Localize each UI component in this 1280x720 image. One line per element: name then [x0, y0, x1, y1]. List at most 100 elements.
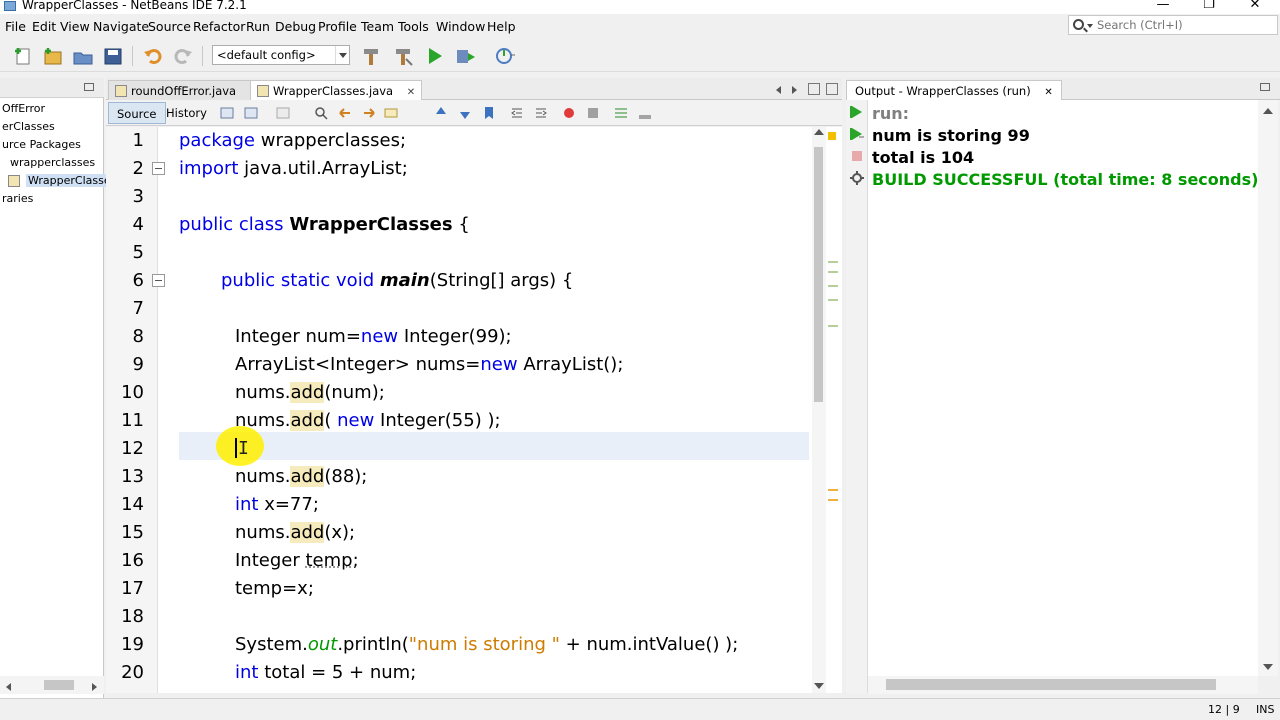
menu-profile[interactable]: Profile	[318, 19, 357, 34]
source-packages-node[interactable]: urce Packages	[2, 138, 81, 151]
change-marker[interactable]	[828, 325, 838, 327]
minimize-panel-icon[interactable]	[1260, 83, 1270, 91]
change-marker[interactable]	[828, 285, 838, 287]
stop-macro-recording-icon[interactable]	[586, 106, 600, 120]
fold-toggle-icon[interactable]	[152, 162, 165, 175]
editor-scroll-thumb[interactable]	[814, 147, 823, 402]
maximize-editor-icon[interactable]	[826, 83, 838, 95]
new-project-button[interactable]	[42, 45, 64, 67]
quick-search[interactable]	[1068, 15, 1278, 35]
output-vertical-scrollbar[interactable]	[1258, 100, 1278, 676]
undo-button[interactable]	[142, 45, 164, 67]
menu-team[interactable]: Team	[361, 19, 394, 34]
status-bar: 12 | 9 INS	[0, 698, 1280, 720]
scroll-down-icon[interactable]	[1263, 664, 1273, 670]
menu-run[interactable]: Run	[246, 19, 270, 34]
menu-refactor[interactable]: Refactor	[193, 19, 245, 34]
output-scroll-thumb[interactable]	[886, 679, 1216, 690]
change-marker[interactable]	[828, 271, 838, 273]
menu-file[interactable]: File	[5, 19, 26, 34]
start-macro-recording-icon[interactable]	[562, 106, 576, 120]
warning-marker[interactable]	[828, 499, 838, 501]
new-file-button[interactable]	[12, 45, 34, 67]
scroll-tabs-right-icon[interactable]	[788, 82, 802, 96]
minimize-button[interactable]: —	[1140, 0, 1186, 13]
tab-wrapperclasses[interactable]: WrapperClasses.java ✕	[250, 80, 423, 100]
tab-source[interactable]: Source	[108, 102, 166, 124]
scroll-thumb[interactable]	[44, 680, 74, 690]
scroll-up-icon[interactable]	[814, 129, 824, 135]
code-line-9: ArrayList<Integer> nums=new ArrayList();	[235, 354, 624, 375]
previous-bookmark-icon[interactable]	[434, 106, 448, 120]
tab-history[interactable]: History	[158, 102, 215, 124]
scroll-down-icon[interactable]	[814, 683, 824, 689]
scroll-left-icon[interactable]	[2, 679, 14, 691]
uncomment-icon[interactable]	[638, 106, 652, 120]
clean-build-button[interactable]	[392, 45, 414, 67]
rerun-with-options-icon[interactable]	[849, 126, 865, 142]
output-console[interactable]: run: num is storing 99 total is 104 BUIL…	[868, 100, 1258, 680]
next-bookmark-icon[interactable]	[458, 106, 472, 120]
change-marker[interactable]	[828, 261, 838, 263]
find-next-icon[interactable]	[362, 106, 376, 120]
menu-debug[interactable]: Debug	[275, 19, 316, 34]
toggle-bookmark-icon[interactable]	[482, 106, 496, 120]
menu-window[interactable]: Window	[436, 19, 485, 34]
scroll-tabs-left-icon[interactable]	[772, 82, 786, 96]
open-project-button[interactable]	[72, 45, 94, 67]
project-node[interactable]: erClasses	[2, 120, 55, 133]
comment-icon[interactable]	[614, 106, 628, 120]
search-dropdown-icon[interactable]	[1087, 24, 1093, 28]
configuration-select[interactable]: <default config>	[212, 45, 350, 65]
error-stripe	[826, 127, 842, 693]
menu-view[interactable]: View	[60, 19, 90, 34]
menu-help[interactable]: Help	[487, 19, 516, 34]
configuration-value: <default config>	[217, 48, 316, 62]
stop-icon[interactable]	[849, 148, 865, 164]
warning-status-icon[interactable]	[828, 132, 836, 140]
scroll-up-icon[interactable]	[1263, 108, 1273, 114]
build-button[interactable]	[360, 45, 382, 67]
redo-button[interactable]	[172, 45, 194, 67]
project-node[interactable]: OffError	[2, 102, 45, 115]
menu-tools[interactable]: Tools	[398, 19, 429, 34]
show-opened-documents-icon[interactable]	[808, 83, 820, 95]
menu-navigate[interactable]: Navigate	[93, 19, 149, 34]
find-selection-icon[interactable]	[314, 106, 328, 120]
debug-button[interactable]	[454, 45, 476, 67]
menu-edit[interactable]: Edit	[32, 19, 56, 34]
line-number: 16	[121, 550, 144, 571]
close-output-icon[interactable]: ✕	[1044, 87, 1052, 98]
code-line-2: import java.util.ArrayList;	[179, 158, 408, 179]
close-tab-icon[interactable]: ✕	[407, 87, 415, 98]
close-window-button[interactable]: ✕	[1232, 0, 1278, 13]
file-node-selected[interactable]: WrapperClasse	[26, 174, 113, 187]
code-editor[interactable]: 1 2 3 4 5 6 7 8 9 10 11 12 13 14 15 16 1…	[106, 127, 842, 693]
profile-button[interactable]	[494, 45, 516, 67]
tab-roundofferror[interactable]: roundOffError.java ✕	[108, 80, 266, 100]
back-icon[interactable]	[244, 106, 258, 120]
last-edit-icon[interactable]	[220, 106, 234, 120]
toggle-highlight-icon[interactable]	[384, 106, 398, 120]
forward-icon[interactable]	[276, 106, 290, 120]
run-button[interactable]	[424, 45, 446, 67]
settings-icon[interactable]	[849, 170, 865, 186]
find-previous-icon[interactable]	[338, 106, 352, 120]
minimize-panel-icon[interactable]	[84, 83, 94, 91]
scroll-right-icon[interactable]	[88, 679, 100, 691]
package-node[interactable]: wrapperclasses	[10, 156, 95, 169]
shift-right-icon[interactable]	[534, 106, 548, 120]
tab-output[interactable]: Output - WrapperClasses (run) ✕	[846, 80, 1062, 100]
search-input[interactable]	[1097, 17, 1273, 33]
libraries-node[interactable]: raries	[2, 192, 33, 205]
fold-toggle-icon[interactable]	[152, 274, 165, 287]
projects-horizontal-scrollbar[interactable]	[0, 676, 104, 694]
rerun-icon[interactable]	[849, 104, 865, 120]
save-all-button[interactable]	[102, 45, 124, 67]
line-number: 10	[121, 382, 144, 403]
menu-source[interactable]: Source	[148, 19, 191, 34]
change-marker[interactable]	[828, 299, 838, 301]
maximize-button[interactable]: ❐	[1186, 0, 1232, 13]
shift-left-icon[interactable]	[510, 106, 524, 120]
warning-marker[interactable]	[828, 489, 838, 491]
